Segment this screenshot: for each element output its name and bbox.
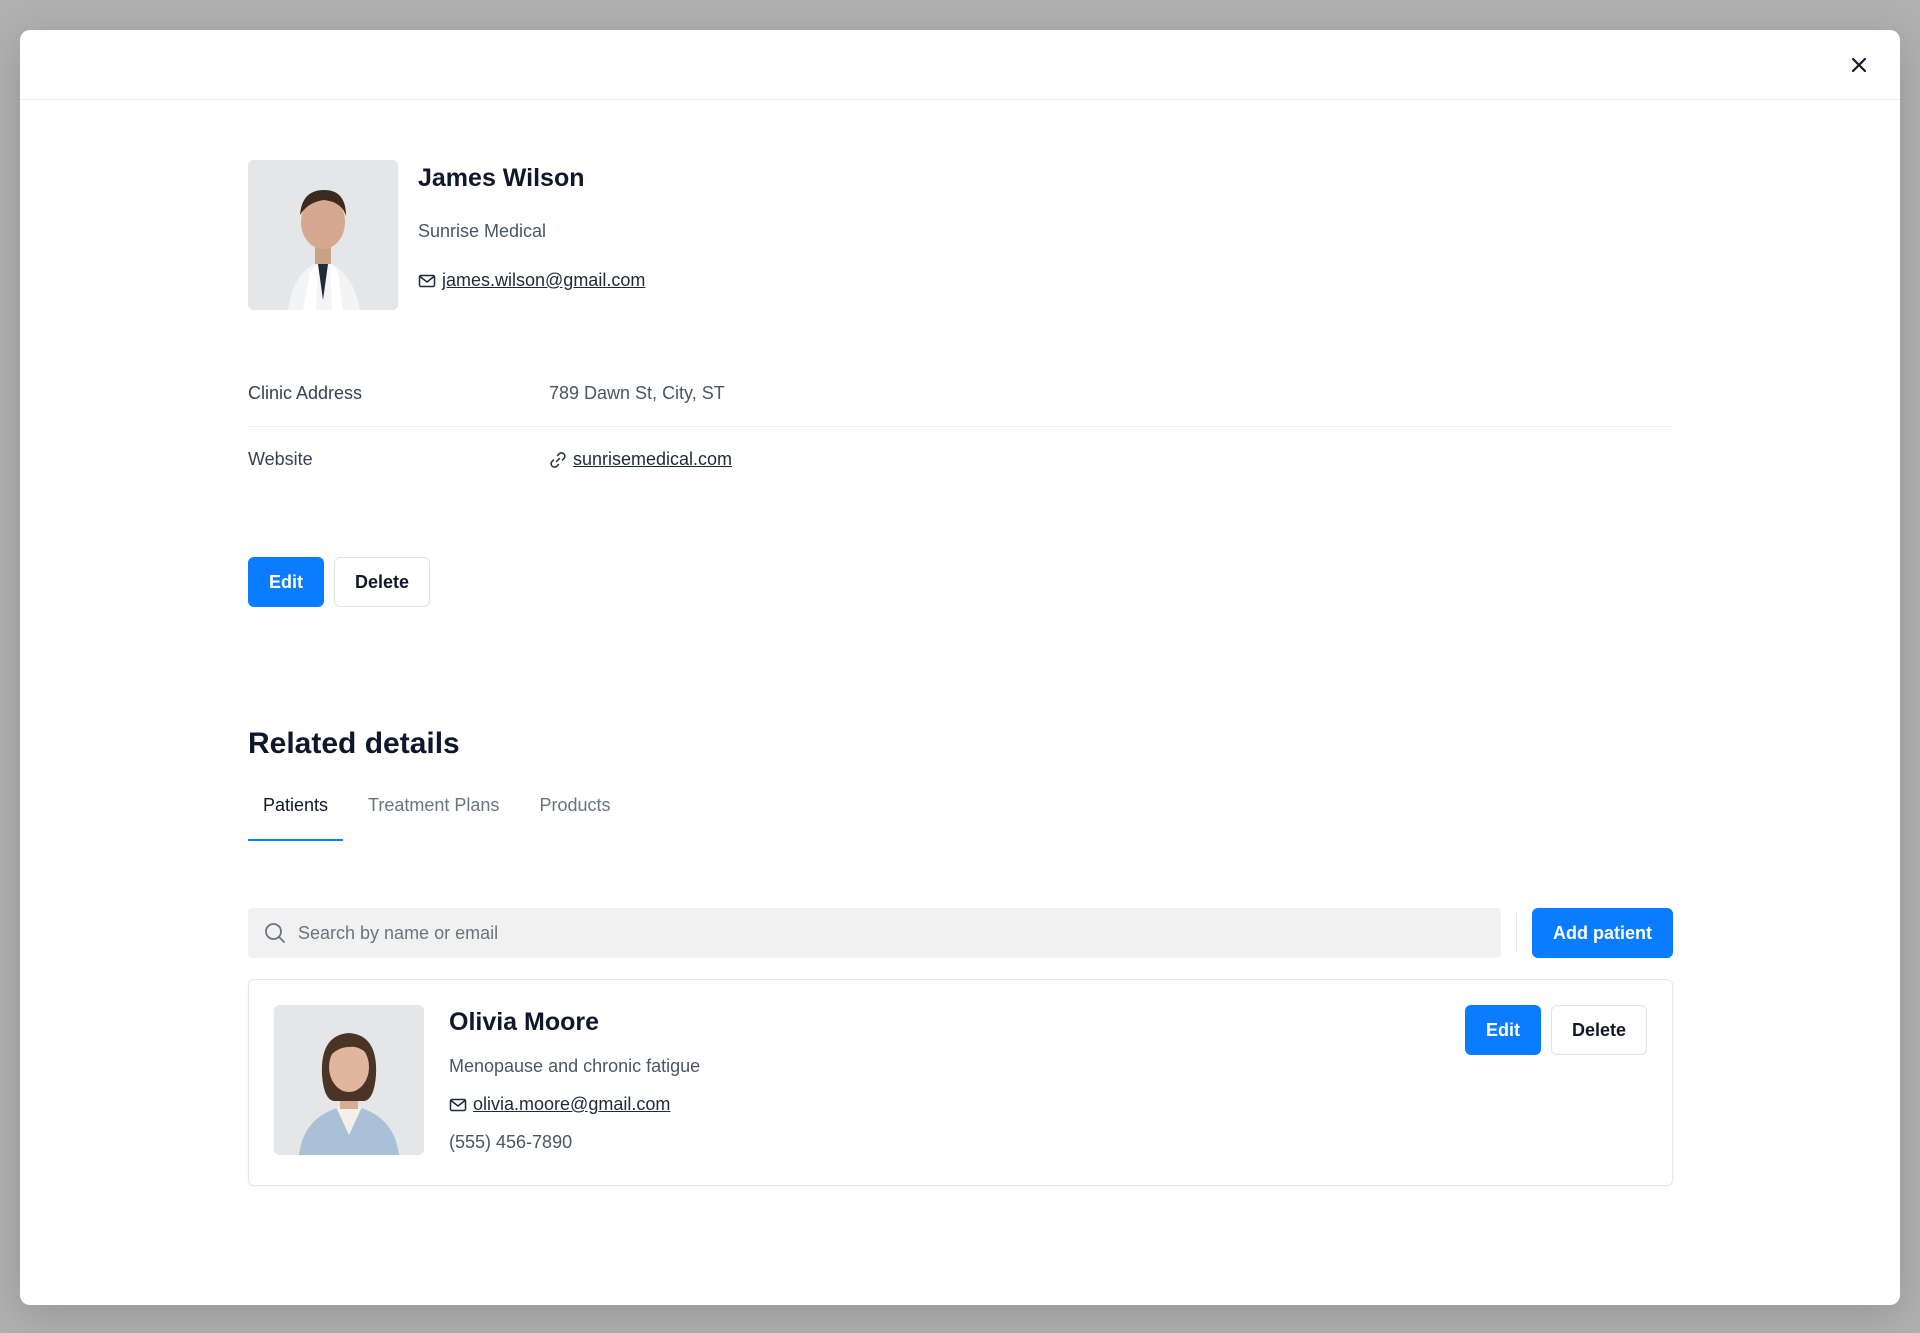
patient-edit-button[interactable]: Edit bbox=[1464, 1005, 1541, 1055]
search-input[interactable] bbox=[298, 922, 1298, 944]
detail-label-address: Clinic Address bbox=[248, 382, 363, 403]
avatar bbox=[248, 160, 398, 310]
tab-treatment-plans[interactable]: Treatment Plans bbox=[353, 791, 514, 841]
profile-section: James Wilson Sunrise Medical james.wilso… bbox=[248, 160, 1673, 310]
detail-value-website: sunrisemedical.com bbox=[549, 449, 732, 470]
patient-name: Olivia Moore bbox=[449, 1008, 600, 1036]
profile-actions: Edit Delete bbox=[248, 557, 1673, 607]
patient-condition: Menopause and chronic fatigue bbox=[449, 1056, 701, 1076]
patient-email-row: olivia.moore@gmail.com bbox=[449, 1094, 700, 1115]
detail-label-website: Website bbox=[248, 449, 313, 469]
patient-info: Olivia Moore Menopause and chronic fatig… bbox=[449, 1005, 700, 1160]
profile-company: Sunrise Medical bbox=[418, 221, 547, 241]
tab-products[interactable]: Products bbox=[524, 791, 625, 841]
tab-patients[interactable]: Patients bbox=[248, 791, 344, 841]
mail-icon bbox=[418, 272, 436, 290]
toolbar-divider bbox=[1516, 913, 1517, 953]
edit-button[interactable]: Edit bbox=[248, 557, 324, 607]
patient-avatar bbox=[274, 1005, 424, 1155]
patient-actions: Edit Delete bbox=[1464, 1005, 1647, 1055]
patient-detail-modal: James Wilson Sunrise Medical james.wilso… bbox=[20, 30, 1900, 1305]
related-details-title: Related details bbox=[248, 727, 460, 760]
profile-email-link[interactable]: james.wilson@gmail.com bbox=[442, 270, 645, 291]
related-tabs: Patients Treatment Plans Products bbox=[248, 791, 1673, 841]
profile-info: James Wilson Sunrise Medical james.wilso… bbox=[418, 160, 645, 310]
doctor-portrait-icon bbox=[248, 160, 398, 310]
patient-email-link[interactable]: olivia.moore@gmail.com bbox=[473, 1094, 670, 1115]
patients-toolbar: Add patient bbox=[248, 908, 1673, 958]
delete-button[interactable]: Delete bbox=[334, 557, 431, 607]
details-list: Clinic Address 789 Dawn St, City, ST Web… bbox=[248, 360, 1673, 492]
website-link[interactable]: sunrisemedical.com bbox=[573, 449, 732, 470]
detail-row-address: Clinic Address 789 Dawn St, City, ST bbox=[248, 360, 1673, 426]
profile-name: James Wilson bbox=[418, 164, 585, 192]
patient-phone: (555) 456-7890 bbox=[449, 1132, 573, 1152]
close-button[interactable] bbox=[1846, 52, 1872, 78]
add-patient-button[interactable]: Add patient bbox=[1532, 908, 1673, 958]
profile-email-row: james.wilson@gmail.com bbox=[418, 270, 645, 291]
mail-icon bbox=[449, 1096, 467, 1114]
modal-content: James Wilson Sunrise Medical james.wilso… bbox=[248, 160, 1673, 1186]
patient-delete-button[interactable]: Delete bbox=[1550, 1005, 1647, 1055]
search-icon bbox=[264, 922, 286, 944]
search-box bbox=[248, 908, 1501, 958]
detail-value-address: 789 Dawn St, City, ST bbox=[549, 382, 725, 403]
patient-portrait-icon bbox=[274, 1005, 424, 1155]
modal-header bbox=[20, 30, 1900, 100]
detail-row-website: Website sunrisemedical.com bbox=[248, 426, 1673, 492]
link-icon bbox=[549, 451, 567, 469]
patient-card: Olivia Moore Menopause and chronic fatig… bbox=[248, 979, 1673, 1186]
close-icon bbox=[1851, 57, 1867, 73]
